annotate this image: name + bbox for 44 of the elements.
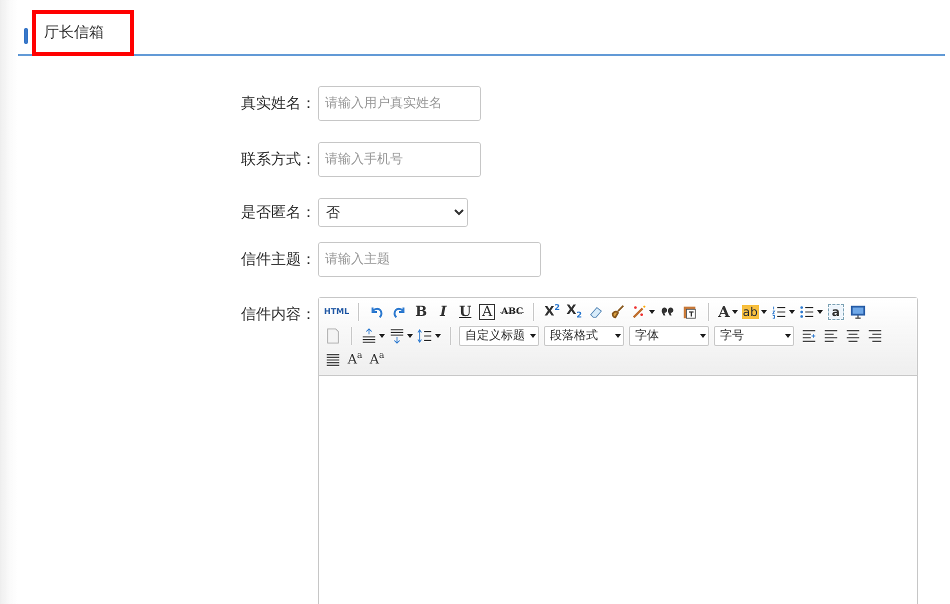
field-label: 是否匿名： bbox=[241, 203, 316, 222]
title-marker bbox=[24, 28, 28, 44]
input-field[interactable]: 请输入主题 bbox=[318, 242, 541, 277]
strikethrough-button[interactable]: ABC bbox=[499, 302, 526, 322]
script-button[interactable]: X$^{2}$ bbox=[542, 302, 562, 322]
boxed-letter-button[interactable]: A bbox=[477, 302, 498, 322]
select-field[interactable]: 否 bbox=[318, 198, 468, 227]
italic-button[interactable]: I bbox=[433, 302, 454, 322]
bullet-list-icon bbox=[798, 304, 815, 320]
letter-case-button[interactable]: A$^{a}$ bbox=[367, 350, 387, 370]
spacing-before-button[interactable] bbox=[360, 326, 386, 346]
toolbar-dropdown[interactable]: 字号 bbox=[714, 326, 794, 346]
input-field[interactable]: 请输入手机号 bbox=[318, 142, 481, 177]
toolbar-dropdown[interactable]: 自定义标题 bbox=[459, 326, 539, 346]
justify-icon bbox=[325, 352, 341, 368]
font-color-button[interactable]: A bbox=[717, 302, 739, 322]
align-center-icon bbox=[845, 328, 861, 344]
letter-case-button[interactable]: A$^{a}$ bbox=[345, 350, 365, 370]
field-label: 联系方式： bbox=[241, 150, 316, 169]
field-label: 真实姓名： bbox=[241, 94, 316, 113]
numbered-list-icon bbox=[770, 304, 787, 320]
spacing-after-icon bbox=[389, 328, 405, 344]
html-button[interactable]: HTML bbox=[323, 302, 350, 322]
field-label: 信件主题： bbox=[241, 250, 316, 269]
bold-button[interactable]: B bbox=[411, 302, 432, 322]
magic-wand-icon bbox=[631, 304, 648, 320]
page-title: 厅长信箱 bbox=[44, 22, 104, 42]
align-left-icon bbox=[823, 328, 839, 344]
toolbar-dropdown[interactable]: 字体 bbox=[629, 326, 709, 346]
anchor-button[interactable]: a bbox=[826, 302, 846, 322]
highlight-button[interactable]: ab bbox=[740, 302, 768, 322]
blank-page-icon bbox=[325, 328, 341, 344]
script-button[interactable]: X$_{2}$ bbox=[564, 302, 584, 322]
brush-icon bbox=[610, 304, 626, 320]
spacing-before-icon bbox=[361, 328, 377, 344]
clipboard-icon bbox=[682, 304, 698, 320]
toolbar-dropdown[interactable]: 段落格式 bbox=[544, 326, 624, 346]
monitor-icon bbox=[850, 304, 866, 320]
field-label: 信件内容： bbox=[241, 305, 316, 324]
align-right-icon bbox=[867, 328, 883, 344]
underline-button[interactable]: U bbox=[455, 302, 476, 322]
input-field[interactable]: 请输入用户真实姓名 bbox=[318, 86, 481, 121]
line-height-icon bbox=[417, 328, 433, 344]
indent-icon bbox=[801, 328, 817, 344]
